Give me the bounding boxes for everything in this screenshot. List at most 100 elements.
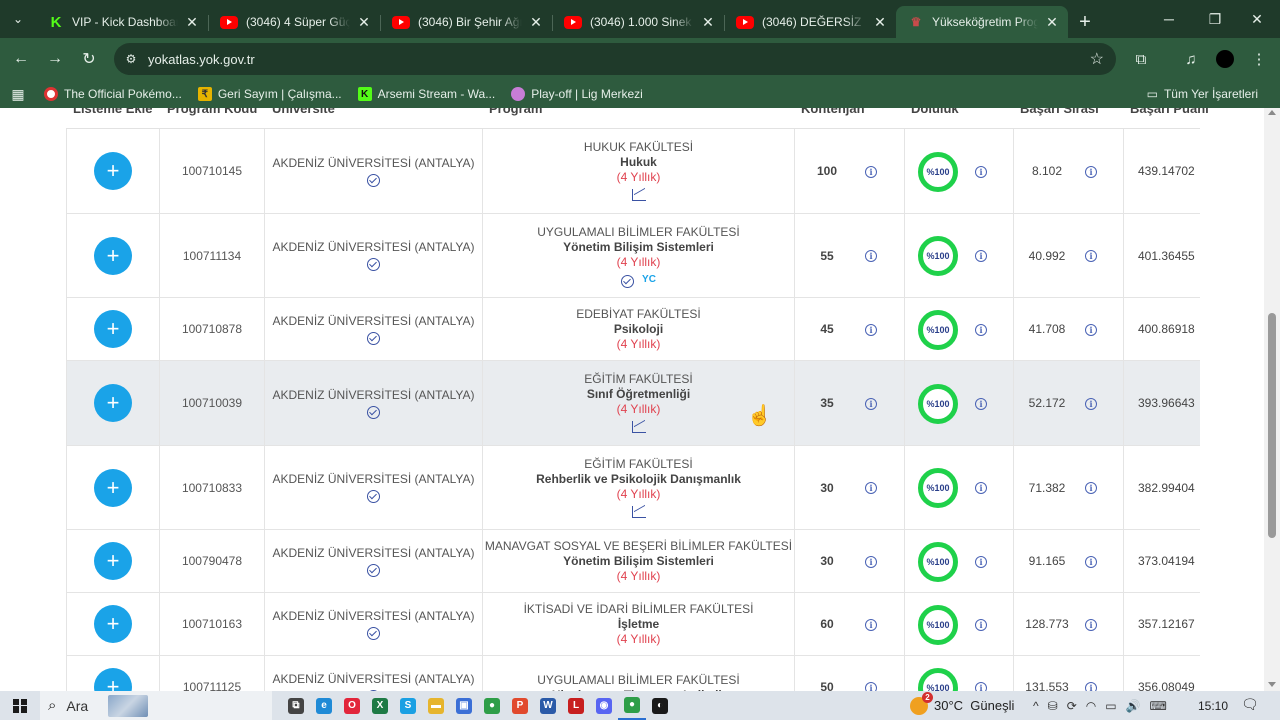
university-name[interactable]: AKDENİZ ÜNİVERSİTESİ (ANTALYA) — [272, 472, 474, 486]
taskbar-app[interactable]: ◐ — [646, 691, 674, 720]
taskbar-search[interactable]: ⌕ Ara — [40, 691, 272, 720]
tray-sync-icon[interactable]: ⟳ — [1067, 699, 1077, 713]
info-icon[interactable]: i — [865, 250, 877, 262]
menu-kebab-icon[interactable]: ⋮ — [1242, 42, 1276, 76]
program-name[interactable]: Yönetim Bilişim Sistemleri — [563, 240, 714, 254]
weather-widget[interactable]: 2 30°C Güneşli — [910, 691, 1014, 720]
scroll-down-icon[interactable] — [1268, 682, 1276, 687]
taskbar-app[interactable]: ● — [618, 691, 646, 720]
info-icon[interactable]: i — [865, 397, 877, 410]
info-icon[interactable]: i — [975, 397, 987, 410]
info-icon[interactable]: i — [1085, 482, 1097, 494]
scroll-up-icon[interactable] — [1268, 110, 1276, 115]
info-icon[interactable]: i — [975, 618, 987, 631]
taskbar-app[interactable]: e — [310, 691, 338, 720]
info-icon[interactable]: i — [975, 165, 987, 178]
header-fill-rate[interactable]: Doluluk — [911, 108, 959, 116]
bookmark-item[interactable]: ₹ Geri Sayım | Çalışma... — [190, 82, 350, 106]
tab-close-icon[interactable]: ✕ — [528, 14, 544, 31]
taskbar-app[interactable]: S — [394, 691, 422, 720]
back-button[interactable]: ← — [4, 42, 38, 76]
header-success-score[interactable]: Başarı Puanı — [1130, 108, 1209, 116]
info-icon[interactable]: i — [865, 555, 877, 568]
browser-tab[interactable]: (3046) 1.000 Sinek Çuvalı ✕ — [552, 6, 724, 38]
info-icon[interactable]: i — [975, 323, 987, 336]
tab-search-chevron-icon[interactable]: ⌄ — [0, 0, 36, 38]
header-program[interactable]: Program — [489, 108, 542, 116]
info-icon[interactable]: i — [975, 681, 987, 691]
tab-close-icon[interactable]: ✕ — [1044, 14, 1060, 31]
browser-tab[interactable]: ♛ Yükseköğretim Program ✕ — [896, 6, 1068, 38]
program-name[interactable]: Hukuk — [620, 155, 657, 169]
university-name[interactable]: AKDENİZ ÜNİVERSİTESİ (ANTALYA) — [272, 314, 474, 328]
info-icon[interactable]: i — [1085, 323, 1097, 336]
site-info-icon[interactable]: ⚙ — [114, 52, 148, 66]
tray-storage-icon[interactable]: ⛁ — [1048, 699, 1058, 713]
header-quota[interactable]: Kontenjan — [801, 108, 865, 116]
header-university[interactable]: Üniversite — [272, 108, 335, 116]
volume-icon[interactable]: 🔊 — [1126, 699, 1141, 713]
clock[interactable]: 15:10 — [1198, 691, 1228, 720]
address-bar[interactable]: ⚙ yokatlas.yok.gov.tr ☆ — [114, 43, 1116, 75]
notification-icon[interactable]: 🗨 — [1241, 696, 1259, 714]
university-name[interactable]: AKDENİZ ÜNİVERSİTESİ (ANTALYA) — [272, 546, 474, 560]
tab-close-icon[interactable]: ✕ — [356, 14, 372, 31]
battery-icon[interactable]: ▭ — [1105, 699, 1116, 713]
taskbar-app[interactable]: ⧉ — [282, 691, 310, 720]
university-name[interactable]: AKDENİZ ÜNİVERSİTESİ (ANTALYA) — [272, 240, 474, 254]
university-name[interactable]: AKDENİZ ÜNİVERSİTESİ (ANTALYA) — [272, 672, 474, 686]
window-close-button[interactable]: ✕ — [1234, 0, 1280, 38]
taskbar-app[interactable]: ▬ — [422, 691, 450, 720]
taskbar-app[interactable]: ◉ — [590, 691, 618, 720]
program-name[interactable]: Yönetim Bilişim Sistemleri — [563, 554, 714, 568]
browser-tab[interactable]: K VIP - Kick Dashboard ✕ — [36, 6, 208, 38]
info-icon[interactable]: i — [1085, 681, 1097, 691]
browser-tab[interactable]: (3046) Bir Şehir Ağı Aynı ✕ — [380, 6, 552, 38]
info-icon[interactable]: i — [1085, 397, 1097, 410]
program-name[interactable]: Sınıf Öğretmenliği — [587, 387, 690, 401]
info-icon[interactable]: i — [1085, 250, 1097, 262]
add-to-list-button[interactable]: + — [94, 468, 132, 507]
media-control-icon[interactable]: ♫ — [1174, 42, 1208, 76]
trend-chart-icon[interactable] — [631, 505, 646, 518]
tab-close-icon[interactable]: ✕ — [700, 14, 716, 31]
wifi-icon[interactable]: ◠ — [1086, 699, 1096, 713]
taskbar-app[interactable]: ● — [478, 691, 506, 720]
taskbar-app[interactable]: P — [506, 691, 534, 720]
browser-tab[interactable]: (3046) DEĞERSİZ | Mara ✕ — [724, 6, 896, 38]
add-to-list-button[interactable]: + — [94, 152, 132, 190]
add-to-list-button[interactable]: + — [94, 236, 132, 275]
scroll-thumb[interactable] — [1268, 313, 1276, 538]
bookmark-item[interactable]: Play-off | Lig Merkezi — [503, 82, 651, 106]
apps-grid-icon[interactable]: ▦ — [0, 82, 36, 106]
page-scrollbar[interactable] — [1264, 108, 1280, 691]
taskbar-app[interactable]: X — [366, 691, 394, 720]
university-name[interactable]: AKDENİZ ÜNİVERSİTESİ (ANTALYA) — [272, 388, 474, 402]
start-button[interactable] — [0, 691, 40, 720]
add-to-list-button[interactable]: + — [94, 310, 132, 348]
info-icon[interactable]: i — [865, 165, 877, 178]
minimize-button[interactable]: ─ — [1146, 0, 1192, 38]
university-name[interactable]: AKDENİZ ÜNİVERSİTESİ (ANTALYA) — [272, 156, 474, 170]
program-name[interactable]: Rehberlik ve Psikolojik Danışmanlık — [536, 472, 741, 486]
tab-close-icon[interactable]: ✕ — [184, 14, 200, 31]
header-program-code[interactable]: Program Kodu — [167, 108, 257, 116]
bookmark-item[interactable]: K Arsemi Stream - Wa... — [350, 82, 504, 106]
header-add-to-list[interactable]: Listeme Ekle — [73, 108, 153, 116]
info-icon[interactable]: i — [865, 482, 877, 494]
trend-chart-icon[interactable] — [631, 421, 646, 433]
info-icon[interactable]: i — [865, 618, 877, 631]
taskbar-app[interactable]: L — [562, 691, 590, 720]
extensions-icon[interactable]: ⧉ — [1124, 42, 1158, 76]
tab-close-icon[interactable]: ✕ — [872, 14, 888, 31]
program-name[interactable]: Psikoloji — [614, 322, 663, 336]
restore-button[interactable]: ❐ — [1192, 0, 1238, 38]
info-icon[interactable]: i — [975, 482, 987, 494]
add-to-list-button[interactable]: + — [94, 668, 132, 691]
new-tab-button[interactable]: + — [1068, 6, 1102, 38]
trend-chart-icon[interactable] — [631, 189, 646, 201]
profile-avatar[interactable] — [1208, 42, 1242, 76]
taskbar-app[interactable]: ▣ — [450, 691, 478, 720]
program-name[interactable]: İşletme — [618, 617, 659, 631]
add-to-list-button[interactable]: + — [94, 384, 132, 422]
